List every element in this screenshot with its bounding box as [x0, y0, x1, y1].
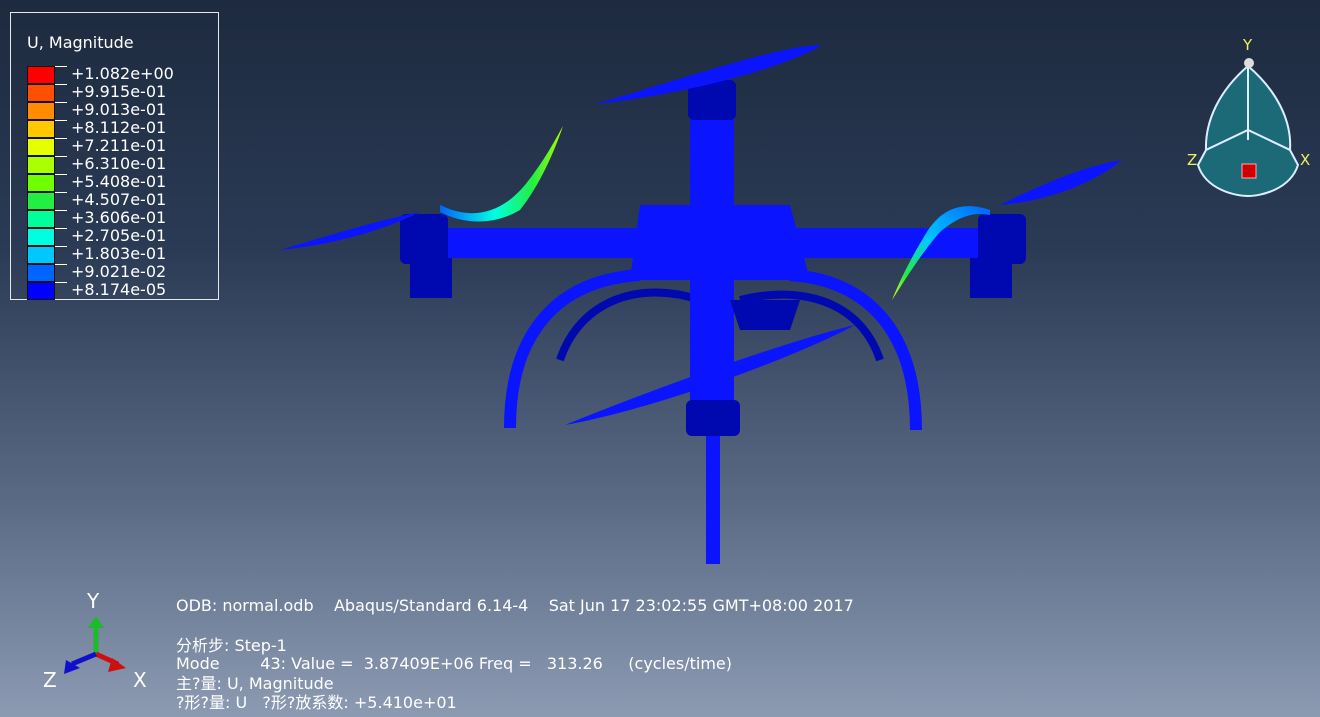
view-triad-x-label: X	[1300, 151, 1311, 169]
view-triad-z-label: Z	[1187, 151, 1198, 169]
view-triad[interactable]	[1196, 58, 1300, 198]
viewport[interactable]: U, Magnitude +1.082e+00 +9.915e-01 +9.013e…	[0, 0, 1320, 717]
csys-z-label: Z	[43, 668, 57, 692]
csys-y-label: Y	[87, 589, 100, 613]
right-motor	[978, 214, 1026, 264]
csys-x-label: X	[133, 668, 147, 692]
view-triad-red-marker	[1241, 163, 1257, 179]
right-leg	[970, 258, 1012, 298]
landing-gear-inner-left	[556, 288, 702, 362]
deformed-blade-left	[440, 126, 563, 222]
view-triad-y-label: Y	[1243, 36, 1253, 54]
battery-plate	[730, 300, 800, 330]
left-leg	[410, 258, 452, 298]
step-line: 分析步: Step-1	[176, 636, 287, 655]
mode-line: Mode 43: Value = 3.87409E+06 Freq = 313.…	[176, 654, 732, 673]
csys-triad	[64, 616, 126, 674]
propeller-right-blade	[1000, 160, 1122, 205]
deformed-variable-line: ?形?量: U ?形?放系数: +5.410e+01	[176, 693, 457, 712]
primary-variable-line: 主?量: U, Magnitude	[176, 674, 334, 693]
lower-motor	[686, 400, 740, 436]
odb-info-line: ODB: normal.odb Abaqus/Standard 6.14-4 S…	[176, 596, 854, 615]
center-body	[630, 205, 810, 280]
propeller-left-blade	[280, 212, 420, 250]
drone-stem	[706, 430, 720, 564]
left-motor	[400, 214, 448, 264]
